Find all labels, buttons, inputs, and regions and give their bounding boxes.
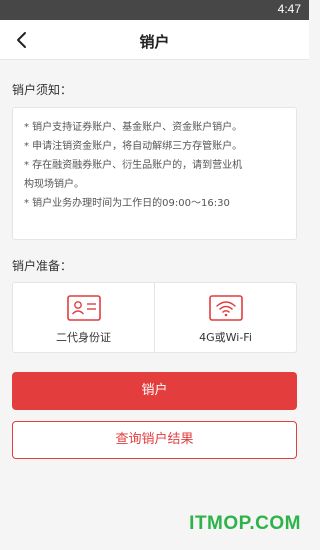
prep-box: 二代身份证 4G或Wi-Fi xyxy=(12,282,297,353)
watermark-logo: ITMOP.COM xyxy=(189,513,301,534)
notice-line: * 申请注销资金账户，将自动解绑三方存管账户。 xyxy=(24,141,243,152)
query-result-button[interactable]: 查询销户结果 xyxy=(12,421,297,459)
notice-line: * 销户业务办理时间为工作日的09:00～16:30 xyxy=(24,198,230,209)
notice-label: 销户须知： xyxy=(12,83,73,97)
status-time: 4:47 xyxy=(277,2,301,16)
notice-line: * 存在融资融券账户、衍生品账户的，请到营业机 xyxy=(24,160,243,171)
status-bar: 4:47 xyxy=(0,0,309,20)
prep-item-network: 4G或Wi-Fi xyxy=(154,283,296,352)
notice-line: * 销户支持证券账户、基金账户、资金账户销户。 xyxy=(24,122,243,133)
id-card-icon xyxy=(66,295,101,321)
notice-line: 构现场销户。 xyxy=(24,179,84,190)
close-account-button[interactable]: 销户 xyxy=(12,372,297,410)
wifi-icon xyxy=(208,295,243,321)
prep-label: 销户准备： xyxy=(12,259,73,273)
prep-item-id-card: 二代身份证 xyxy=(13,283,154,352)
nav-bar: 销户 xyxy=(0,20,309,60)
notice-box: * 销户支持证券账户、基金账户、资金账户销户。 * 申请注销资金账户，将自动解绑… xyxy=(12,107,297,240)
prep-item-label: 4G或Wi-Fi xyxy=(199,331,252,344)
prep-item-label: 二代身份证 xyxy=(56,331,111,344)
page-title: 销户 xyxy=(139,33,170,51)
